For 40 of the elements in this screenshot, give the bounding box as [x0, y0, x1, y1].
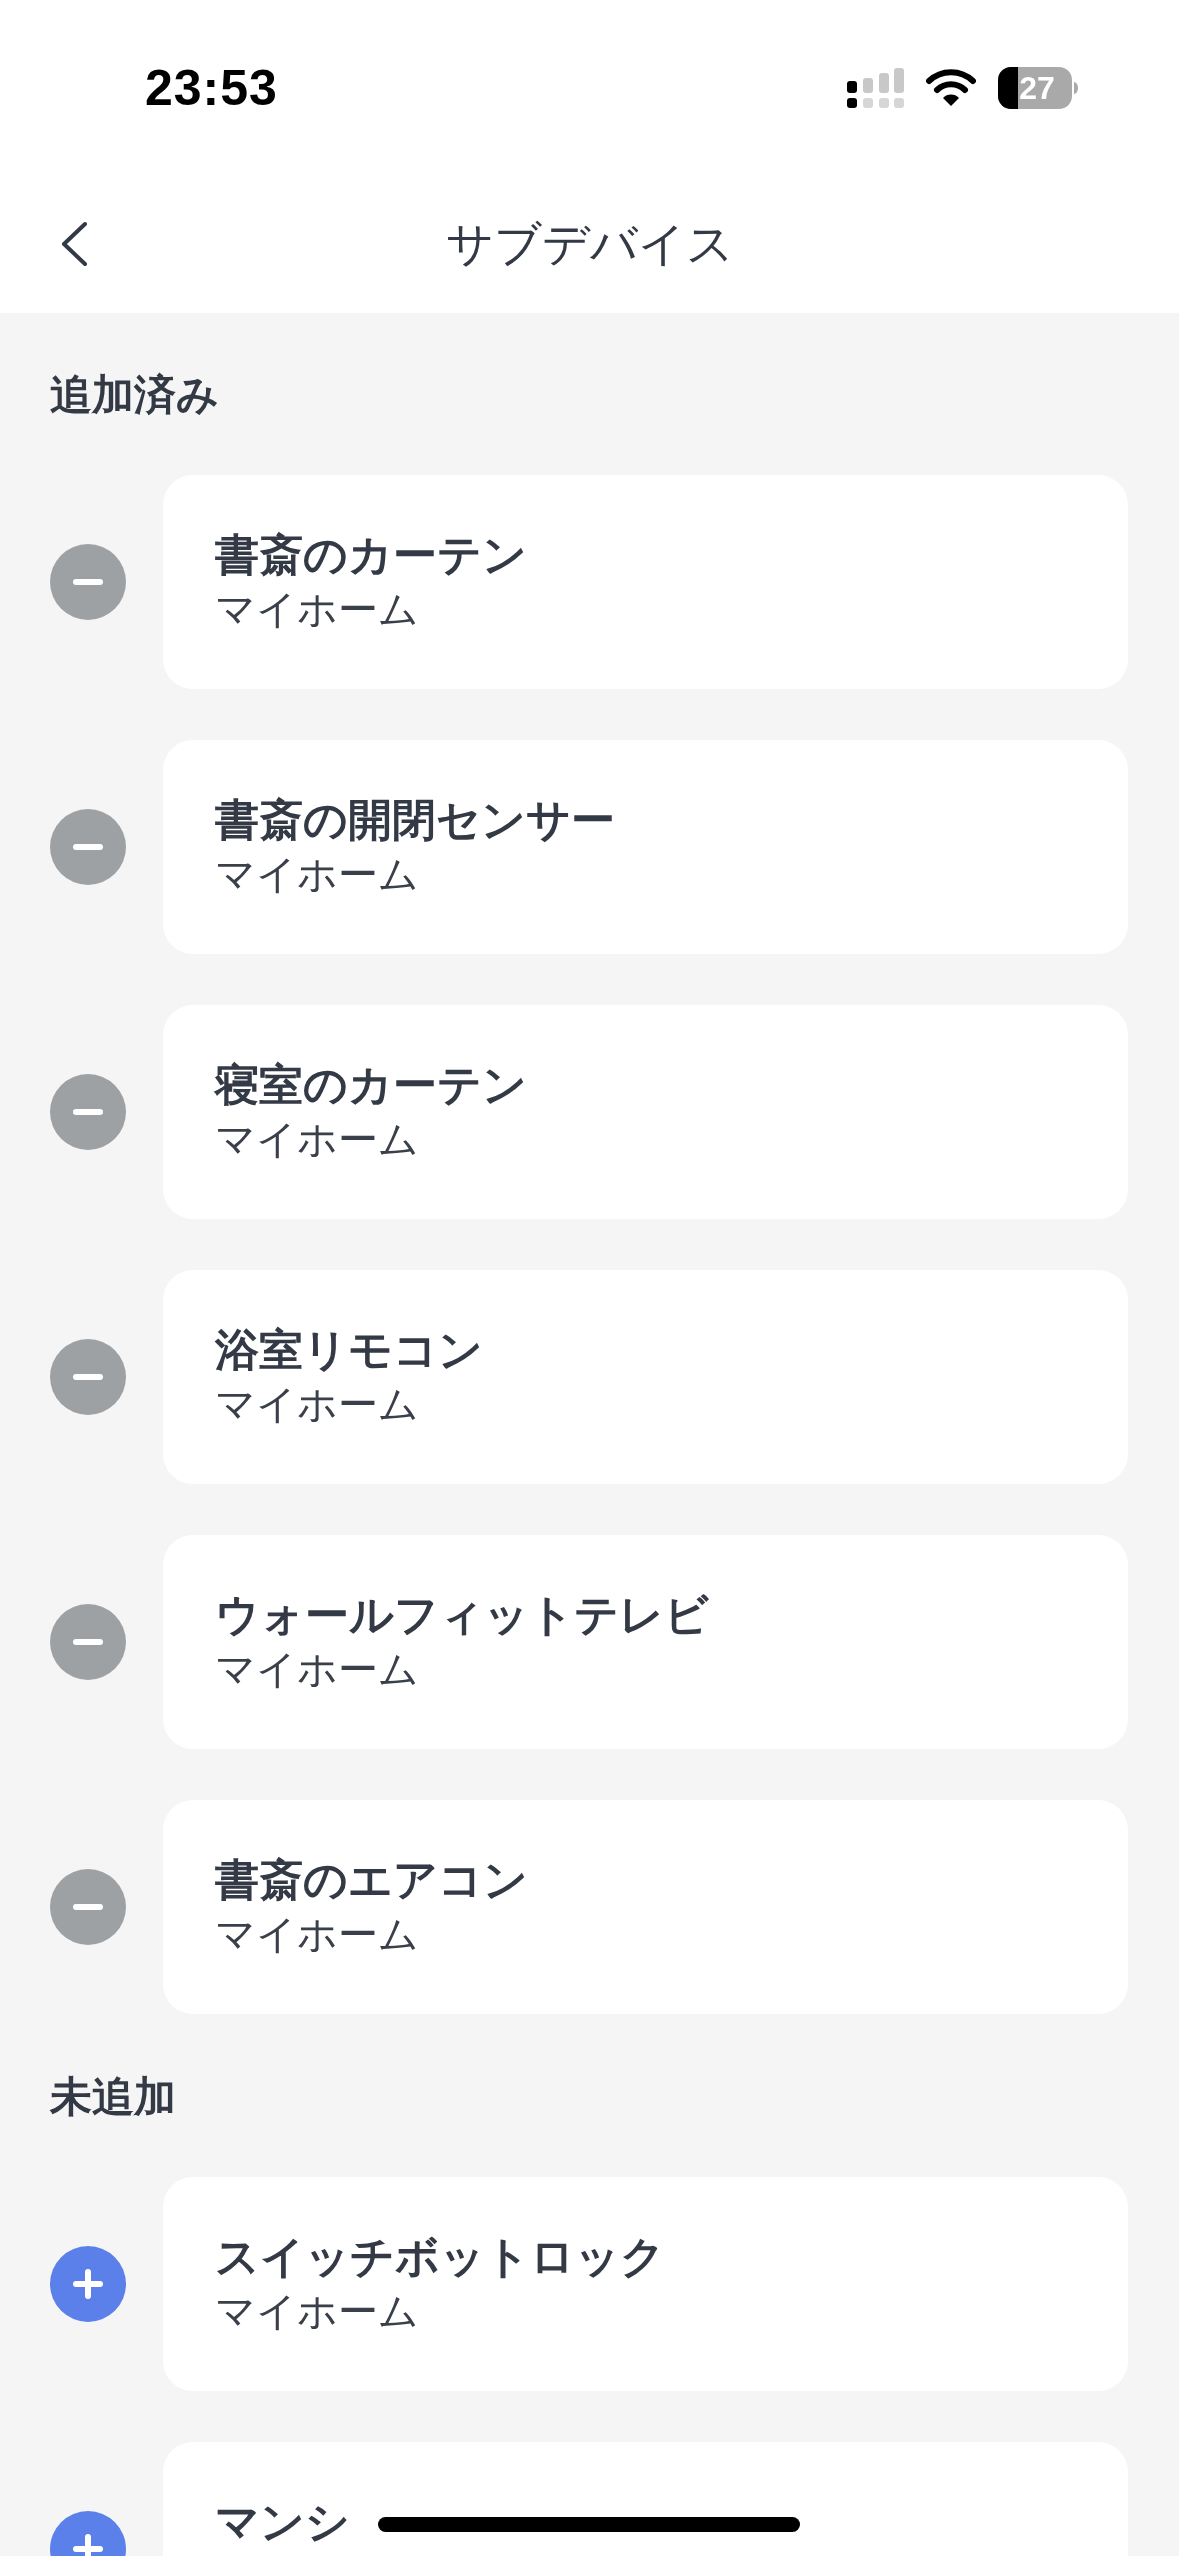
device-home: マイホーム: [215, 1380, 419, 1429]
minus-icon: [73, 1374, 103, 1380]
battery-icon: [998, 66, 1078, 109]
battery-percentage: 27: [1019, 71, 1055, 104]
plus-icon: [73, 2269, 103, 2299]
device-home: マイホーム: [215, 1645, 419, 1694]
device-card[interactable]: ウォールフィットテレビ マイホーム: [163, 1535, 1128, 1749]
device-card[interactable]: スイッチボットロック マイホーム: [163, 2177, 1128, 2391]
section-title: 追加済み: [50, 370, 219, 420]
device-name: スイッチボットロック: [215, 2230, 665, 2284]
device-card[interactable]: 寝室のカーテン マイホーム: [163, 1005, 1128, 1219]
status-time: 23:53: [145, 58, 278, 117]
device-home: マイホーム: [215, 1115, 419, 1164]
device-name: ウォールフィットテレビ: [215, 1588, 709, 1642]
device-name: 書斎の開閉センサー: [215, 793, 615, 847]
device-home: マイホーム: [215, 850, 419, 899]
minus-icon: [73, 1904, 103, 1910]
section-title: 未追加: [50, 2072, 176, 2122]
minus-icon: [73, 1639, 103, 1645]
device-card[interactable]: 書斎のカーテン マイホーム: [163, 475, 1128, 689]
device-name: 浴室リモコン: [215, 1323, 483, 1377]
minus-icon: [73, 1109, 103, 1115]
device-card[interactable]: 浴室リモコン マイホーム: [163, 1270, 1128, 1484]
back-chevron-icon: [60, 221, 88, 267]
device-name: 書斎のカーテン: [215, 528, 527, 582]
plus-icon: [73, 2534, 103, 2556]
device-name: 寝室のカーテン: [215, 1058, 527, 1112]
device-card[interactable]: 書斎のエアコン マイホーム: [163, 1800, 1128, 2014]
device-name: 書斎のエアコン: [215, 1853, 528, 1907]
minus-icon: [73, 844, 103, 850]
device-home: マイホーム: [215, 585, 419, 634]
signal-icon: [847, 67, 904, 108]
page-title: サブデバイス: [445, 214, 734, 273]
device-card[interactable]: 書斎の開閉センサー マイホーム: [163, 740, 1128, 954]
device-name: マンシ: [215, 2495, 350, 2549]
device-home: マイホーム: [215, 1910, 419, 1959]
minus-icon: [73, 579, 103, 585]
wifi-icon: [926, 69, 976, 106]
device-home: マイホーム: [215, 2287, 419, 2336]
device-card[interactable]: マンシ: [163, 2442, 1128, 2556]
